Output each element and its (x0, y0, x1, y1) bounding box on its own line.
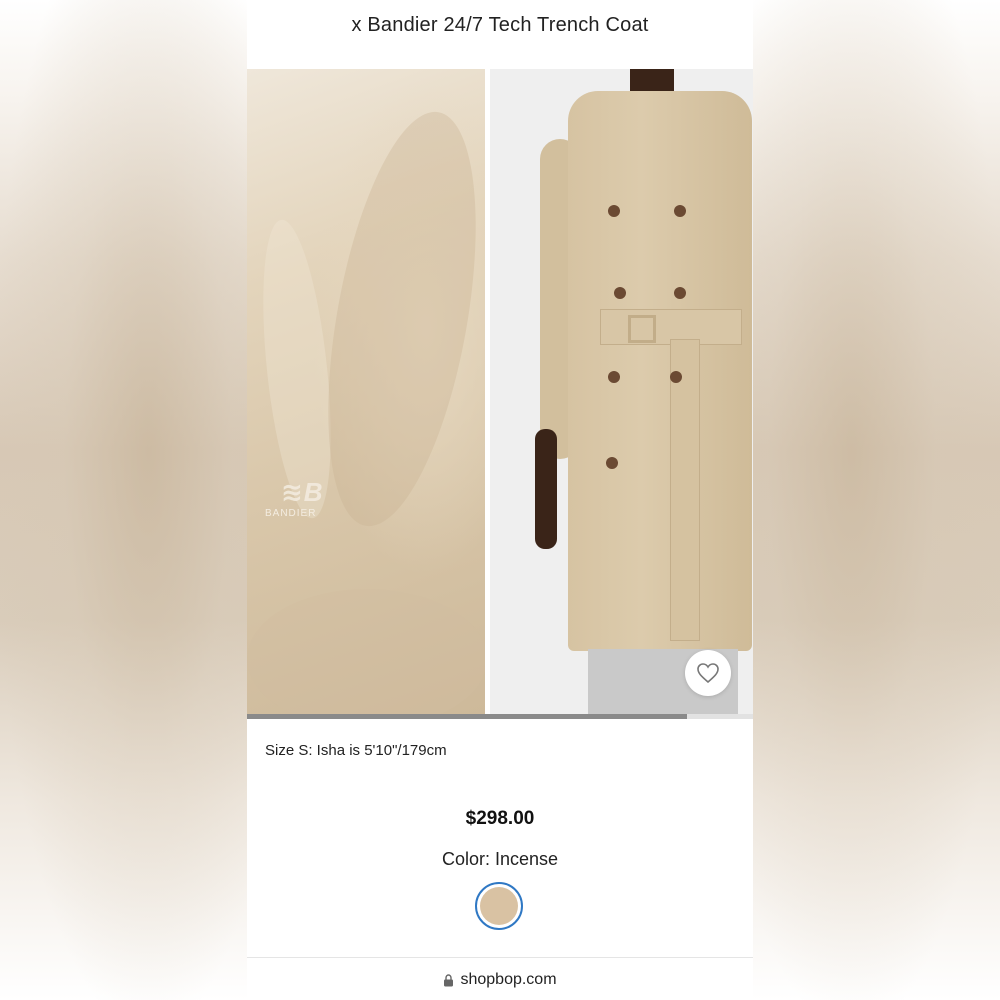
background-blur-right (753, 0, 1000, 1000)
divider (247, 957, 753, 958)
color-swatch-selected[interactable] (475, 882, 523, 930)
size-note: Size S: Isha is 5'10"/179cm (265, 742, 447, 759)
url-text: shopbop.com (460, 971, 557, 988)
color-label: Color: Incense (441, 849, 559, 869)
gallery-progress-bar (247, 714, 753, 719)
product-photo-model[interactable] (490, 69, 753, 715)
background-blur-left (0, 0, 247, 1000)
brand-logo-embroidery: ≋B BANDIER (265, 477, 335, 537)
product-image-gallery[interactable]: ≋B BANDIER (247, 69, 753, 715)
favorite-button[interactable] (685, 650, 731, 696)
address-bar[interactable]: shopbop.com (247, 971, 753, 989)
product-photo-detail[interactable]: ≋B BANDIER (247, 69, 485, 715)
lock-icon (444, 973, 454, 986)
gallery-progress-fill (247, 714, 688, 719)
phone-screen: x Bandier 24/7 Tech Trench Coat ≋B BANDI… (247, 0, 753, 1000)
heart-outline-icon (697, 663, 719, 684)
brand-logo-text: BANDIER (265, 508, 317, 519)
product-title: x Bandier 24/7 Tech Trench Coat (351, 14, 649, 36)
color-swatch-incense (480, 887, 518, 925)
product-price: $298.00 (465, 808, 535, 829)
